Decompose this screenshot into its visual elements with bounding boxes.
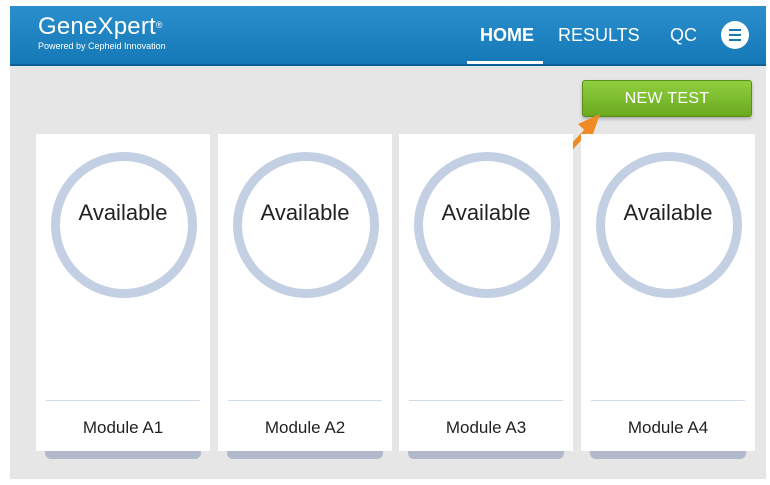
- new-test-button[interactable]: NEW TEST: [582, 80, 752, 117]
- card-shadow: [227, 450, 383, 459]
- module-card-a1[interactable]: Available Module A1: [36, 134, 210, 451]
- brand-logo: GeneXpert® Powered by Cepheid Innovation: [38, 14, 166, 52]
- menu-button[interactable]: [721, 21, 749, 49]
- module-status: Available: [260, 200, 350, 225]
- module-status: Available: [78, 200, 168, 225]
- module-card-a2[interactable]: Available Module A2: [218, 134, 392, 451]
- active-tab-indicator: [467, 61, 543, 64]
- card-divider: [591, 400, 745, 401]
- tab-results[interactable]: RESULTS: [558, 24, 640, 46]
- module-name: Module A4: [627, 418, 709, 437]
- tab-home[interactable]: HOME: [480, 24, 534, 46]
- module-name: Module A2: [264, 418, 346, 437]
- app-screen: GeneXpert® Powered by Cepheid Innovation…: [10, 6, 766, 479]
- module-card-a3[interactable]: Available Module A3: [399, 134, 573, 451]
- brand-tagline: Powered by Cepheid Innovation: [38, 41, 166, 51]
- card-shadow: [590, 450, 746, 459]
- card-shadow: [45, 450, 201, 459]
- card-shadow: [408, 450, 564, 459]
- card-divider: [228, 400, 382, 401]
- module-name: Module A3: [445, 418, 527, 437]
- registered-mark: ®: [155, 20, 163, 30]
- app-header: GeneXpert® Powered by Cepheid Innovation…: [10, 6, 766, 66]
- module-status: Available: [441, 200, 531, 225]
- module-card-a4[interactable]: Available Module A4: [581, 134, 755, 451]
- brand-name: GeneXpert®: [38, 13, 163, 40]
- module-status: Available: [623, 200, 713, 225]
- card-divider: [46, 400, 200, 401]
- tab-qc[interactable]: QC: [670, 24, 697, 46]
- card-divider: [409, 400, 563, 401]
- module-name: Module A1: [82, 418, 164, 437]
